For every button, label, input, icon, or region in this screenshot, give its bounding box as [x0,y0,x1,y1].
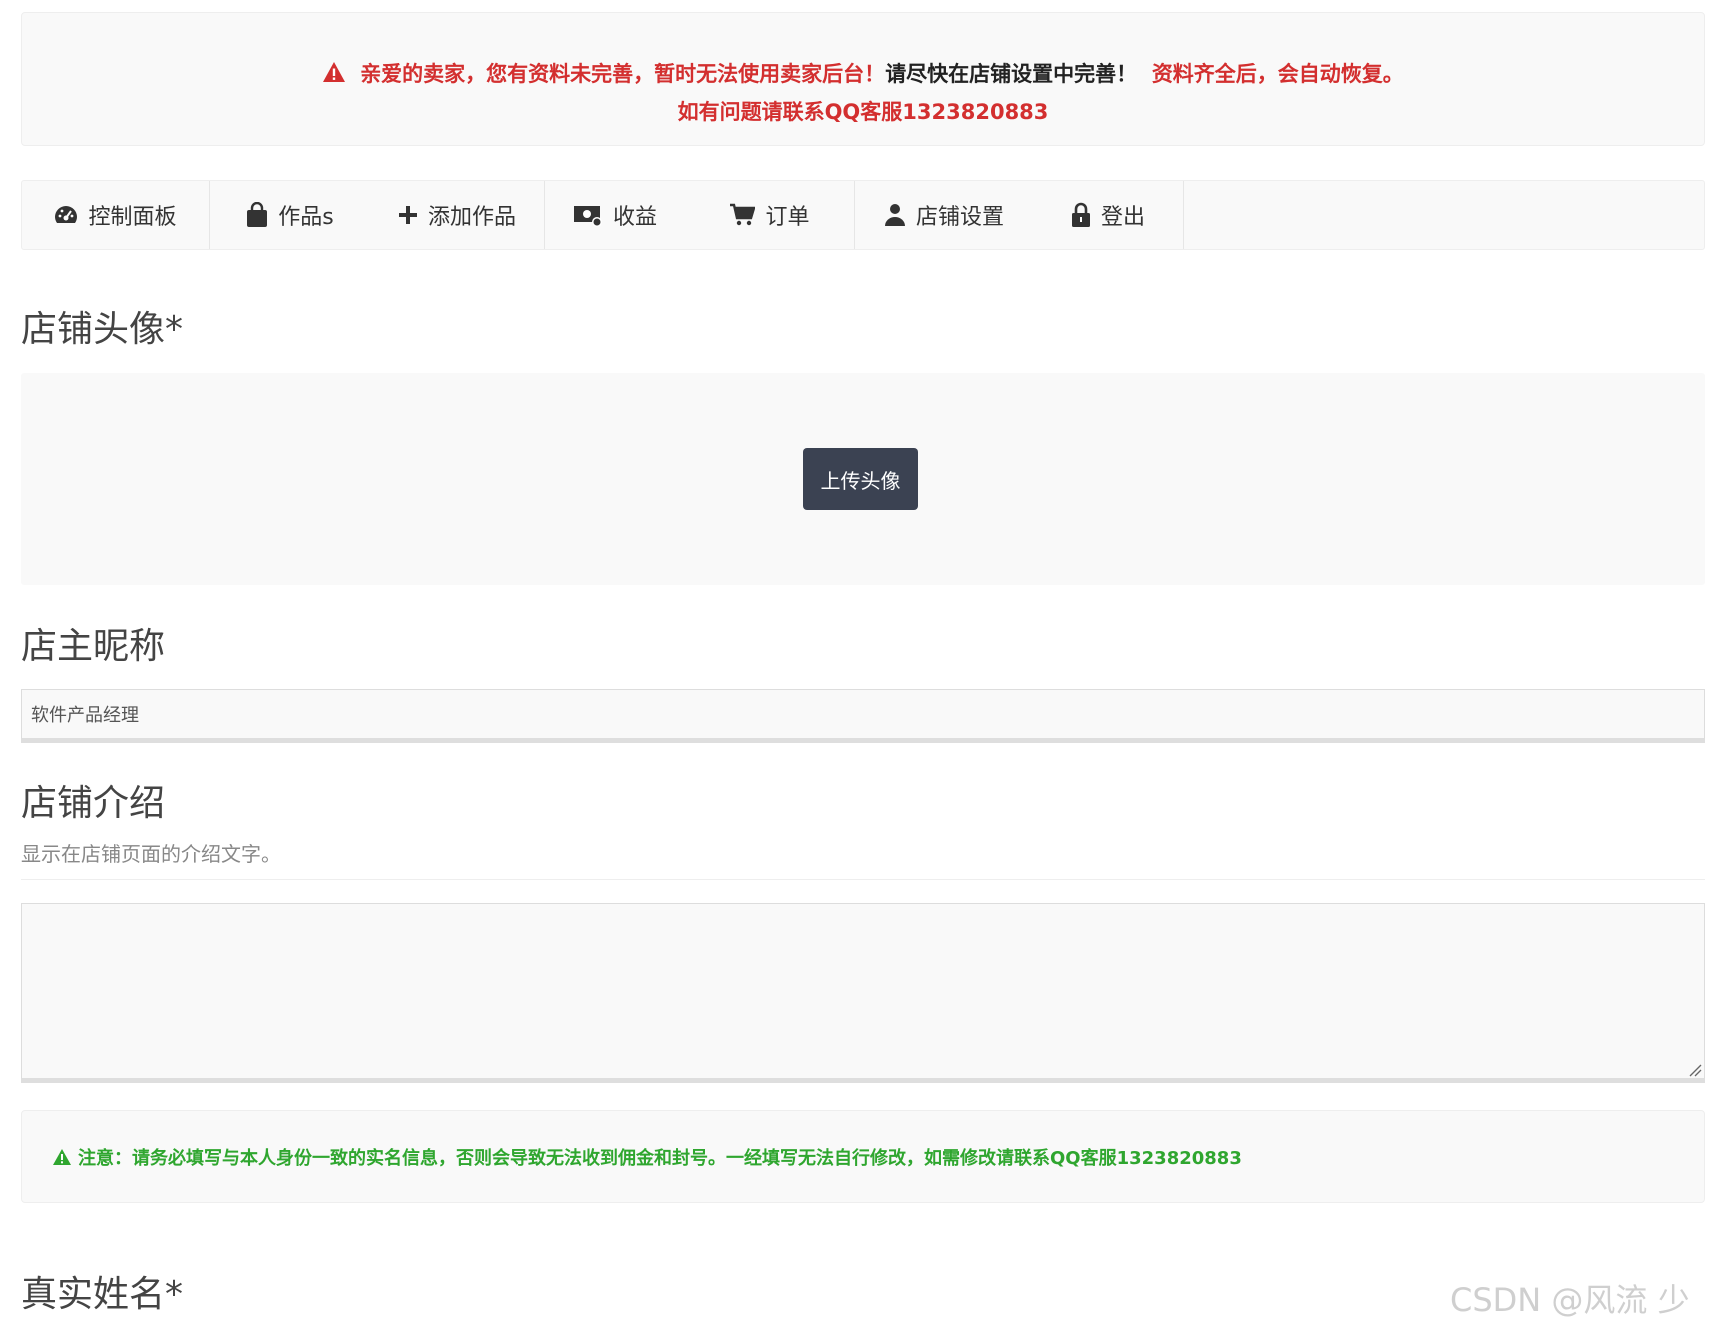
realname-section-title: 真实姓名* [21,1274,184,1315]
nav-item-store-settings[interactable]: 店铺设置 [855,181,1033,249]
alert-text-red-b: 资料齐全后，会自动恢复。 [1151,62,1404,86]
warning-icon [322,58,346,94]
nav-label: 控制面板 [88,205,177,230]
avatar-section-title: 店铺头像* [21,309,184,350]
intro-textarea[interactable] [21,903,1705,1083]
nav-label: 登出 [1100,205,1145,230]
cart-icon [729,203,756,227]
realname-notice: 注意：请务必填写与本人身份一致的实名信息，否则会导致无法收到佣金和封号。一经填写… [21,1110,1705,1203]
dashboard-icon [54,204,78,226]
nickname-input[interactable] [21,689,1705,743]
lock-icon [1071,202,1091,228]
warning-icon [52,1148,72,1166]
alert-text-red-a: 亲爱的卖家，您有资料未完善，暂时无法使用卖家后台！ [360,62,886,86]
alert-line-2: 如有问题请联系QQ客服1323820883 [677,100,1049,124]
intro-description: 显示在店铺页面的介绍文字。 [21,842,281,866]
nav-item-dashboard[interactable]: 控制面板 [22,181,210,249]
money-icon [573,203,603,227]
nav-item-works[interactable]: 作品s [210,181,370,249]
nav-label: 作品s [278,205,334,230]
seller-nav: 控制面板 作品s 添加作品 收益 订单 店铺设置 登出 [21,180,1705,250]
nav-label: 添加作品 [427,205,516,230]
section-divider [21,879,1705,880]
plus-icon [398,205,418,225]
nav-item-earnings[interactable]: 收益 [545,181,685,249]
upload-avatar-button[interactable]: 上传头像 [803,448,918,510]
incomplete-profile-alert: 亲爱的卖家，您有资料未完善，暂时无法使用卖家后台！请尽快在店铺设置中完善！ 资料… [21,12,1705,146]
nav-label: 收益 [612,205,657,230]
watermark: CSDN @风流 少年 [1450,1281,1690,1319]
nickname-section-title: 店主昵称 [21,626,166,667]
user-icon [884,203,906,227]
nav-item-orders[interactable]: 订单 [685,181,855,249]
intro-section-title: 店铺介绍 [21,783,166,824]
nav-item-logout[interactable]: 登出 [1033,181,1184,249]
nav-label: 订单 [765,205,810,230]
shopping-bag-icon [246,202,268,228]
notice-text: 注意：请务必填写与本人身份一致的实名信息，否则会导致无法收到佣金和封号。一经填写… [78,1147,1242,1169]
nav-item-add-work[interactable]: 添加作品 [370,181,545,249]
resize-handle-icon[interactable] [1688,1062,1702,1081]
alert-line-1: 亲爱的卖家，您有资料未完善，暂时无法使用卖家后台！请尽快在店铺设置中完善！ 资料… [22,56,1704,94]
nav-label: 店铺设置 [915,205,1004,230]
alert-text-dark: 请尽快在店铺设置中完善！ [885,62,1138,86]
